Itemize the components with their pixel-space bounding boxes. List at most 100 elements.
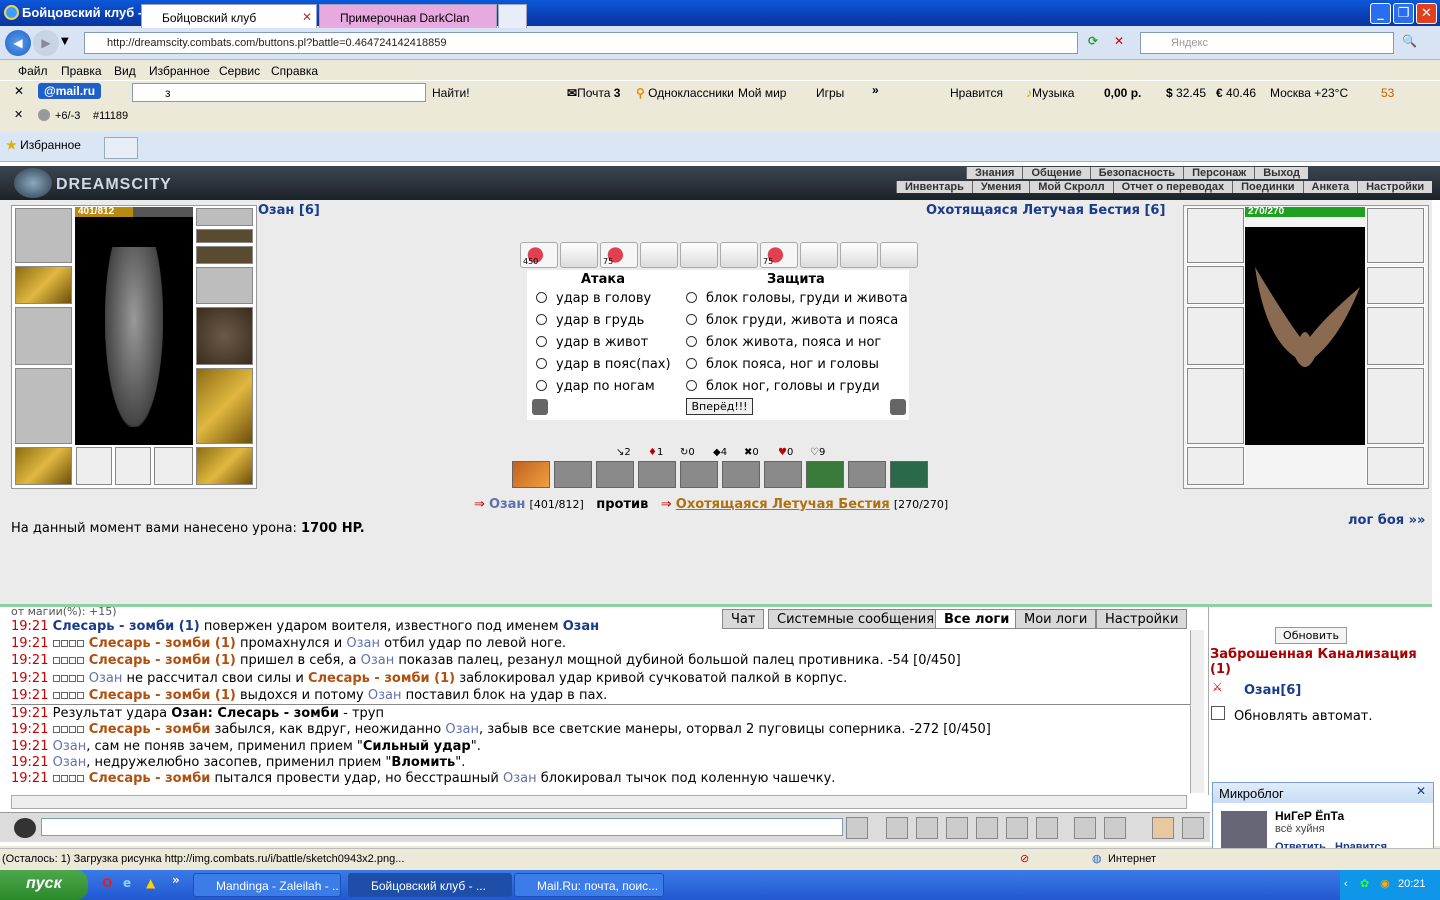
chat-tab-system[interactable]: Системные сообщения bbox=[768, 609, 944, 629]
enemy-name[interactable]: Охотящаяся Летучая Бестия [6] bbox=[926, 203, 1165, 218]
chat-target[interactable]: Озан bbox=[361, 653, 395, 668]
skill-green-shield-icon[interactable] bbox=[806, 461, 844, 488]
filter-icon[interactable] bbox=[916, 817, 938, 839]
nav-exit[interactable]: Выход bbox=[1254, 167, 1308, 179]
location-player[interactable]: Озан[6] bbox=[1244, 683, 1301, 698]
radio-icon[interactable] bbox=[686, 314, 697, 325]
close-tab-icon[interactable]: ✕ bbox=[302, 10, 312, 24]
close-toolbar-icon[interactable]: ✕ bbox=[14, 84, 24, 98]
send-icon[interactable] bbox=[846, 817, 868, 839]
taskbar-item-mandinga[interactable]: Mandinga - Zaleilah - ... bbox=[193, 873, 341, 897]
tray-app-icon[interactable]: ◉ bbox=[1380, 877, 1390, 890]
boots-slot[interactable] bbox=[195, 446, 254, 486]
shield-right-icon[interactable] bbox=[890, 399, 906, 415]
chat-actor[interactable]: Озан bbox=[53, 755, 87, 770]
chat-target[interactable]: Озан bbox=[563, 619, 599, 634]
skill-4-icon[interactable] bbox=[638, 461, 676, 488]
chat-actor[interactable]: Слесарь - зомби bbox=[89, 771, 211, 786]
weapon-slot[interactable] bbox=[14, 306, 73, 366]
microblog-user[interactable]: НиГеР ЁпТа bbox=[1275, 809, 1344, 823]
mailru-logo[interactable]: @mail.ru bbox=[38, 83, 102, 99]
chat-target[interactable]: Озан bbox=[346, 636, 380, 651]
block-option-3[interactable]: блок живота, пояса и ног bbox=[686, 335, 881, 350]
tray-expand-icon[interactable]: ‹ bbox=[1344, 878, 1348, 890]
games-link[interactable]: Игры bbox=[816, 86, 844, 100]
nav-profile[interactable]: Анкета bbox=[1302, 181, 1358, 193]
skill-6-icon[interactable] bbox=[722, 461, 760, 488]
clan-icon[interactable] bbox=[1104, 817, 1126, 839]
chat-tab-all-logs[interactable]: Все логи bbox=[935, 609, 1019, 629]
nav-fights[interactable]: Поединки bbox=[1232, 181, 1302, 193]
like-button[interactable]: Нравится bbox=[950, 86, 1003, 100]
more-chevron-icon[interactable]: » bbox=[872, 83, 879, 97]
potion-slot-1[interactable] bbox=[75, 446, 113, 486]
quick-tabs-icon[interactable] bbox=[104, 137, 138, 159]
chat-horizontal-scrollbar[interactable] bbox=[11, 795, 1187, 809]
battle-log-link[interactable]: лог боя »» bbox=[1348, 513, 1425, 528]
chat-actor[interactable]: Слесарь - зомби (1) bbox=[89, 636, 236, 651]
attack-go-button[interactable]: Вперёд!!! bbox=[686, 398, 753, 415]
vs-player-name[interactable]: Озан bbox=[489, 497, 525, 512]
icq-icon[interactable]: ✿ bbox=[1360, 877, 1369, 890]
scroll-slot-5[interactable] bbox=[680, 242, 718, 268]
radio-icon[interactable] bbox=[536, 336, 547, 347]
vs-enemy-name[interactable]: Охотящаяся Летучая Бестия bbox=[676, 497, 890, 512]
chat-target[interactable]: Слесарь - зомби (1) bbox=[308, 671, 455, 686]
tab-combats[interactable]: Бойцовский клуб ✕ bbox=[141, 4, 317, 28]
menu-view[interactable]: Вид bbox=[114, 64, 136, 78]
shield-left-icon[interactable] bbox=[532, 399, 548, 415]
menu-file[interactable]: Файл bbox=[18, 64, 48, 78]
earrings-slot[interactable] bbox=[195, 207, 254, 227]
chat-target[interactable]: Озан bbox=[503, 771, 537, 786]
chat-vertical-scrollbar[interactable] bbox=[1190, 630, 1204, 793]
radio-icon[interactable] bbox=[686, 358, 697, 369]
forward-icon[interactable]: ▶ bbox=[33, 30, 59, 56]
nav-myscroll[interactable]: Мой Скролл bbox=[1029, 181, 1112, 193]
skill-sword-icon[interactable] bbox=[764, 461, 802, 488]
nav-social[interactable]: Общение bbox=[1022, 167, 1089, 179]
helmet-slot[interactable] bbox=[14, 207, 73, 264]
chat-face-icon[interactable] bbox=[14, 818, 36, 838]
chat-actor[interactable]: Слесарь - зомби (1) bbox=[89, 688, 236, 703]
taskbar-item-combats[interactable]: Бойцовский клуб - ... bbox=[348, 873, 512, 897]
scroll-slot-3[interactable]: 75 bbox=[600, 242, 638, 268]
bag-icon[interactable] bbox=[1182, 817, 1204, 839]
radio-icon[interactable] bbox=[686, 292, 697, 303]
attack-option-4[interactable]: удар в пояс(пах) bbox=[536, 357, 671, 372]
block-option-4[interactable]: блок пояса, ног и головы bbox=[686, 357, 879, 372]
menu-edit[interactable]: Правка bbox=[61, 64, 102, 78]
fighters-icon[interactable] bbox=[976, 817, 998, 839]
chat-actor[interactable]: Озан bbox=[89, 671, 123, 686]
skill-2-icon[interactable] bbox=[554, 461, 592, 488]
nav-inventory[interactable]: Инвентарь bbox=[896, 181, 972, 193]
attack-option-5[interactable]: удар по ногам bbox=[536, 379, 655, 394]
balance[interactable]: 0,00 р. bbox=[1104, 86, 1141, 100]
close-icon[interactable]: ✕ bbox=[1416, 784, 1426, 798]
legs-slot[interactable] bbox=[195, 367, 254, 445]
scroll-slot-8[interactable] bbox=[800, 242, 838, 268]
save-icon[interactable] bbox=[946, 817, 968, 839]
attack-option-3[interactable]: удар в живот bbox=[536, 335, 648, 350]
search-input[interactable]: Яндекс bbox=[1140, 32, 1394, 54]
nav-skills[interactable]: Умения bbox=[971, 181, 1029, 193]
blocked-icon[interactable]: ⊘ bbox=[1020, 852, 1029, 865]
translit-icon[interactable] bbox=[1006, 817, 1028, 839]
radio-icon[interactable] bbox=[536, 358, 547, 369]
radio-icon[interactable] bbox=[536, 292, 547, 303]
potion-slot-3[interactable] bbox=[153, 446, 194, 486]
block-option-5[interactable]: блок ног, головы и груди bbox=[686, 379, 880, 394]
block-option-1[interactable]: блок головы, груди и живота bbox=[686, 291, 908, 306]
skill-strong-strike-icon[interactable] bbox=[512, 461, 550, 488]
shield-slot[interactable] bbox=[195, 306, 254, 366]
scroll-slot-6[interactable] bbox=[720, 242, 758, 268]
close-button[interactable]: ✕ bbox=[1416, 3, 1437, 24]
potion-slot-2[interactable] bbox=[114, 446, 152, 486]
chat-message-input[interactable] bbox=[41, 818, 843, 836]
chat-target[interactable]: Озан bbox=[445, 722, 479, 737]
tab-darkclan[interactable]: Примерочная DarkClan bbox=[319, 4, 497, 28]
chat-tab-settings[interactable]: Настройки bbox=[1096, 609, 1188, 629]
scroll-slot-9[interactable] bbox=[840, 242, 878, 268]
ie-quicklaunch-icon[interactable]: e bbox=[123, 876, 131, 890]
clear-icon[interactable] bbox=[886, 817, 908, 839]
chat-actor[interactable]: Слесарь - зомби (1) bbox=[89, 653, 236, 668]
